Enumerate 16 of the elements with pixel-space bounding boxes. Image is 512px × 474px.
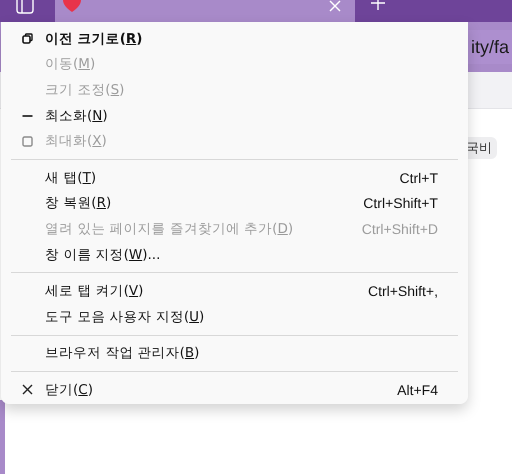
sidebar-icon[interactable] [16,0,34,14]
maximize-icon [22,136,32,147]
heart-icon [63,0,81,12]
menu-item[interactable]: 최소화(N) [5,102,464,128]
menu-item[interactable]: 도구 모음 사용자 지정(U) [5,304,464,330]
menu-item[interactable]: 새 탭(T) Ctrl+T [5,164,464,191]
menu-item[interactable]: 브라우저 작업 관리자(B) [5,340,464,366]
restore-icon [22,33,32,44]
menu-item[interactable]: 창 복원(R) Ctrl+Shift+T [5,190,464,216]
menu-item[interactable]: 세로 탭 켜기(V) Ctrl+Shift+, [5,278,464,304]
close-icon [22,384,32,396]
close-icon[interactable] [329,0,341,12]
menu-item[interactable]: 닫기(C) Alt+F4 [5,377,464,403]
url-text: ity/fa [471,36,510,58]
menu-item[interactable]: 창 이름 지정(W)... [5,242,464,268]
plus-icon[interactable] [371,0,385,10]
